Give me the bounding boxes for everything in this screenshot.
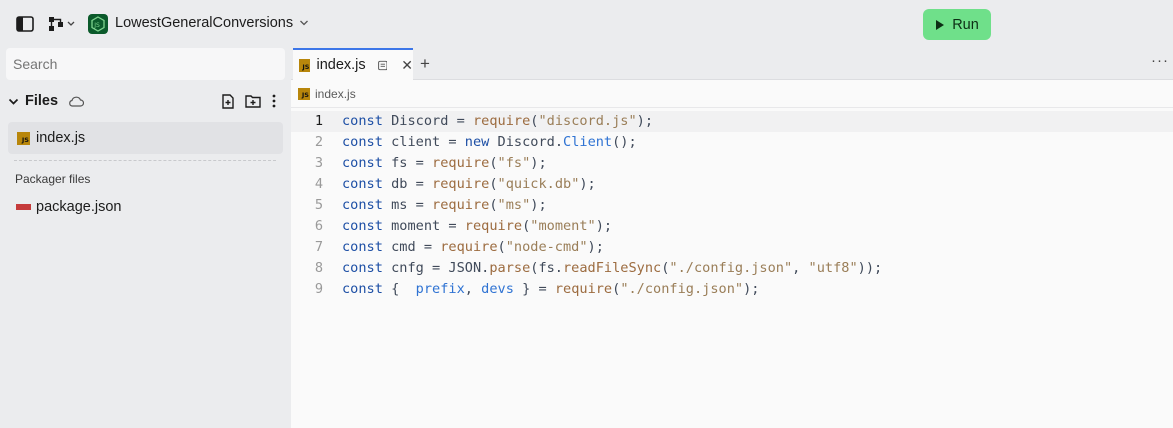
file-name: index.js — [36, 130, 86, 146]
line-number: 5 — [314, 197, 323, 213]
line-number: 9 — [314, 281, 323, 297]
js-file-icon: JS — [298, 88, 310, 100]
line-number: 2 — [314, 134, 323, 150]
chevron-down-icon[interactable] — [8, 97, 19, 106]
line-number: 3 — [314, 155, 323, 171]
new-file-icon[interactable] — [221, 93, 235, 109]
code-line[interactable]: 2 const client = new Discord.Client(); — [291, 132, 1173, 153]
line-content: const client = new Discord.Client(); — [342, 134, 637, 150]
npm-icon — [16, 204, 31, 210]
tab-label: index.js — [316, 57, 366, 73]
split-view-icon[interactable] — [377, 60, 388, 71]
js-file-icon: JS — [17, 131, 30, 145]
file-item-index-js[interactable]: JS index.js — [8, 122, 283, 154]
line-content: const { prefix, devs } = require("./conf… — [342, 281, 760, 297]
nodejs-icon[interactable]: JS — [88, 14, 108, 34]
code-line[interactable]: 4 const db = require("quick.db"); — [291, 174, 1173, 195]
run-button[interactable]: Run — [923, 9, 991, 40]
close-tab-icon[interactable]: ✕ — [401, 57, 413, 74]
line-number: 1 — [314, 113, 323, 129]
code-area[interactable]: 1 const Discord = require("discord.js"); 2… — [291, 111, 1173, 300]
play-icon — [936, 19, 945, 30]
breadcrumb-file[interactable]: index.js — [315, 87, 356, 101]
file-name: package.json — [36, 199, 122, 215]
code-line[interactable]: 9 const { prefix, devs } = require("./con… — [291, 279, 1173, 300]
line-number: 4 — [314, 176, 323, 192]
js-file-icon: JS — [299, 58, 311, 72]
cloud-icon — [69, 96, 85, 107]
code-line[interactable]: 6 const moment = require("moment"); — [291, 216, 1173, 237]
run-label: Run — [952, 16, 979, 33]
line-number: 7 — [314, 239, 323, 255]
more-horizontal-icon[interactable]: ··· — [1151, 52, 1169, 69]
chevron-down-icon — [300, 20, 309, 26]
line-content: const Discord = require("discord.js"); — [342, 113, 654, 129]
new-folder-icon[interactable] — [245, 94, 261, 108]
line-content: const fs = require("fs"); — [342, 155, 547, 171]
tab-bar: JS index.js ✕ + ··· — [291, 48, 1173, 80]
code-line[interactable]: 8 const cnfg = JSON.parse(fs.readFileSync… — [291, 258, 1173, 279]
code-line[interactable]: 3 const fs = require("fs"); — [291, 153, 1173, 174]
repl-name: LowestGeneralConversions — [115, 15, 294, 31]
line-content: const db = require("quick.db"); — [342, 176, 596, 192]
search-input[interactable] — [6, 48, 285, 80]
branch-menu-icon[interactable] — [48, 14, 78, 34]
repl-name-menu[interactable]: LowestGeneralConversions — [115, 15, 309, 31]
code-line[interactable]: 1 const Discord = require("discord.js"); — [291, 111, 1173, 132]
code-editor: JS index.js ✕ + ··· JS index.js 1 const D… — [291, 48, 1173, 428]
files-header: Files — [8, 90, 283, 112]
line-number: 8 — [314, 260, 323, 276]
svg-text:JS: JS — [93, 22, 100, 29]
line-content: const cnfg = JSON.parse(fs.readFileSync(… — [342, 260, 883, 276]
sidebar-toggle-icon[interactable] — [15, 14, 35, 34]
line-content: const ms = require("ms"); — [342, 197, 547, 213]
tab-index-js[interactable]: JS index.js ✕ — [293, 48, 413, 80]
divider — [291, 107, 1173, 108]
files-title: Files — [25, 93, 59, 109]
divider — [14, 160, 276, 161]
more-vertical-icon[interactable] — [271, 94, 277, 108]
file-item-package-json[interactable]: package.json — [16, 199, 121, 215]
code-line[interactable]: 7 const cmd = require("node-cmd"); — [291, 237, 1173, 258]
top-bar: JS LowestGeneralConversions Run — [0, 0, 1173, 48]
line-number: 6 — [314, 218, 323, 234]
code-line[interactable]: 5 const ms = require("ms"); — [291, 195, 1173, 216]
breadcrumb: JS index.js — [298, 87, 356, 101]
file-sidebar: Files JS index.js Packager files package… — [0, 48, 291, 428]
line-content: const moment = require("moment"); — [342, 218, 613, 234]
add-tab-icon[interactable]: + — [420, 54, 430, 74]
line-content: const cmd = require("node-cmd"); — [342, 239, 604, 255]
packager-files-label: Packager files — [15, 172, 91, 186]
